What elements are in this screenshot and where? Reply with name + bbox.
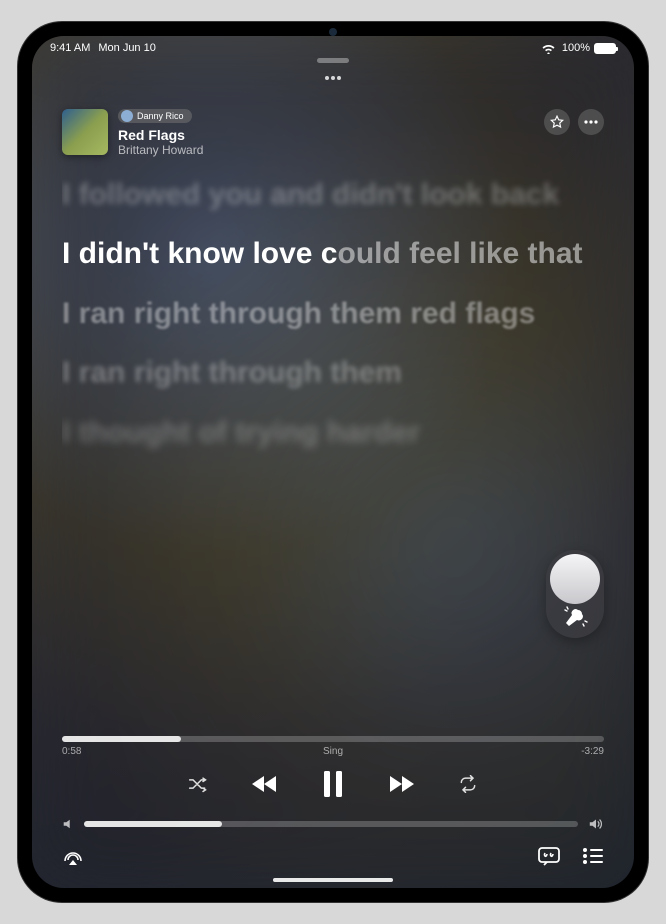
status-bar: 9:41 AM Mon Jun 10 100% bbox=[32, 36, 634, 54]
volume-slider[interactable] bbox=[84, 821, 578, 827]
lyric-line-next: I thought of trying harder bbox=[62, 415, 604, 450]
battery-icon bbox=[594, 43, 616, 54]
pause-button[interactable] bbox=[322, 771, 344, 797]
transport-controls bbox=[62, 771, 604, 797]
more-button[interactable] bbox=[578, 109, 604, 135]
slider-knob bbox=[550, 554, 600, 604]
ipad-frame: 9:41 AM Mon Jun 10 100% bbox=[18, 22, 648, 902]
user-name: Danny Rico bbox=[137, 111, 184, 121]
user-avatar-icon bbox=[121, 110, 133, 122]
lyrics-button[interactable] bbox=[538, 847, 560, 867]
battery-percent: 100% bbox=[562, 42, 590, 54]
lyric-line-next: I ran right through them red flags bbox=[62, 296, 604, 331]
shareplay-user-pill[interactable]: Danny Rico bbox=[118, 109, 192, 123]
repeat-button[interactable] bbox=[458, 775, 478, 793]
top-more-button[interactable] bbox=[322, 67, 344, 89]
queue-button[interactable] bbox=[582, 847, 604, 867]
artist-name: Brittany Howard bbox=[118, 143, 203, 157]
lyrics-view[interactable]: I followed you and didn't look back I di… bbox=[62, 177, 604, 736]
elapsed-time: 0:58 bbox=[62, 746, 81, 757]
home-indicator[interactable] bbox=[273, 878, 393, 882]
next-button[interactable] bbox=[386, 773, 416, 795]
screen: 9:41 AM Mon Jun 10 100% bbox=[32, 36, 634, 888]
microphone-icon bbox=[562, 604, 588, 630]
song-title: Red Flags bbox=[118, 127, 203, 143]
lyric-sung: I didn't know love c bbox=[62, 237, 338, 270]
drag-handle[interactable] bbox=[317, 58, 349, 63]
shuffle-button[interactable] bbox=[188, 775, 208, 793]
volume-high-icon bbox=[588, 817, 604, 831]
volume-low-icon bbox=[62, 818, 74, 830]
volume-fill bbox=[84, 821, 222, 827]
status-date: Mon Jun 10 bbox=[98, 42, 155, 54]
now-playing-header: Danny Rico Red Flags Brittany Howard bbox=[62, 109, 604, 157]
favorite-button[interactable] bbox=[544, 109, 570, 135]
lyric-line-past: I followed you and didn't look back bbox=[62, 177, 604, 212]
device-camera bbox=[329, 28, 337, 36]
album-art[interactable] bbox=[62, 109, 108, 155]
sing-vocal-slider[interactable] bbox=[546, 550, 604, 638]
lyric-line-current: I didn't know love could feel like that bbox=[62, 236, 604, 271]
lyric-unsung: ould feel like that bbox=[338, 237, 583, 270]
playback-scrubber[interactable] bbox=[62, 736, 604, 742]
lyric-line-next: I ran right through them bbox=[62, 355, 604, 390]
remaining-time: -3:29 bbox=[581, 746, 604, 757]
airplay-button[interactable] bbox=[62, 847, 84, 867]
playback-mode-label: Sing bbox=[323, 746, 343, 757]
scrubber-fill bbox=[62, 736, 181, 742]
status-time: 9:41 AM bbox=[50, 42, 90, 54]
wifi-icon bbox=[541, 43, 556, 54]
previous-button[interactable] bbox=[250, 773, 280, 795]
